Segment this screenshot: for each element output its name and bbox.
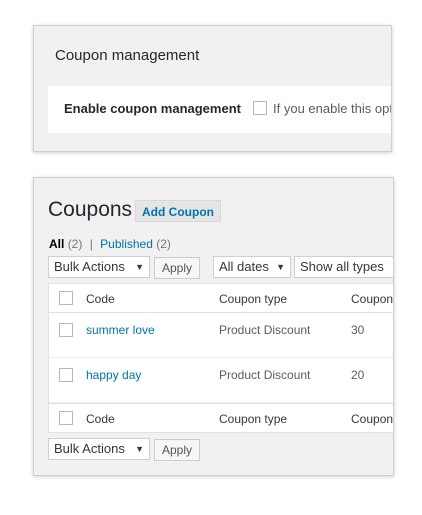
apply-button-bottom[interactable]: Apply	[154, 439, 200, 461]
coupons-table: Code Coupon type Coupon summer love Prod…	[48, 283, 393, 433]
coupon-management-panel: Coupon management Enable coupon manageme…	[33, 25, 392, 152]
dropdown-arrow-icon: ▼	[276, 262, 285, 272]
apply-button-top[interactable]: Apply	[154, 257, 200, 279]
column-footer-amount[interactable]: Coupon	[351, 412, 393, 426]
row-checkbox[interactable]	[59, 323, 73, 337]
coupon-type: Product Discount	[219, 368, 311, 382]
column-footer-code[interactable]: Code	[86, 412, 115, 426]
filter-all-link[interactable]: All	[49, 237, 64, 251]
filter-all-count: (2)	[67, 237, 83, 251]
coupon-type: Product Discount	[219, 323, 311, 337]
enable-coupon-label: Enable coupon management	[64, 101, 241, 116]
bulk-actions-select-bottom[interactable]: Bulk Actions ▼	[48, 438, 150, 460]
dropdown-arrow-icon: ▼	[135, 444, 144, 454]
table-row: summer love Product Discount 30	[49, 313, 393, 358]
enable-coupon-checkbox[interactable]	[253, 101, 267, 115]
enable-coupon-hint: If you enable this opt	[273, 101, 392, 116]
coupon-code-link[interactable]: happy day	[86, 368, 141, 382]
column-footer-type[interactable]: Coupon type	[219, 412, 287, 426]
dates-filter-select[interactable]: All dates ▼	[213, 256, 291, 278]
select-all-checkbox-footer[interactable]	[59, 411, 73, 425]
types-filter-value: Show all types	[300, 259, 384, 274]
coupons-panel: Coupons Add Coupon All (2) | Published (…	[33, 177, 394, 476]
types-filter-select[interactable]: Show all types	[294, 256, 393, 278]
table-header-row: Code Coupon type Coupon	[49, 284, 393, 313]
column-header-code[interactable]: Code	[86, 292, 115, 306]
dropdown-arrow-icon: ▼	[135, 262, 144, 272]
table-row: happy day Product Discount 20	[49, 358, 393, 403]
dates-filter-value: All dates	[219, 259, 269, 274]
coupon-amount: 30	[351, 323, 365, 337]
status-filters: All (2) | Published (2)	[49, 237, 171, 251]
bulk-actions-value: Bulk Actions	[54, 441, 125, 456]
coupon-code-link[interactable]: summer love	[86, 323, 155, 337]
coupon-amount: 20	[351, 368, 365, 382]
table-footer-row: Code Coupon type Coupon	[49, 403, 393, 432]
filter-published-count: (2)	[156, 237, 171, 251]
settings-row: Enable coupon management If you enable t…	[48, 86, 392, 133]
row-checkbox[interactable]	[59, 368, 73, 382]
filter-published-link[interactable]: Published	[100, 237, 153, 251]
bulk-actions-select-top[interactable]: Bulk Actions ▼	[48, 256, 150, 278]
column-header-type[interactable]: Coupon type	[219, 292, 287, 306]
bulk-actions-value: Bulk Actions	[54, 259, 125, 274]
page-title: Coupons	[48, 198, 133, 221]
column-header-amount[interactable]: Coupon	[351, 292, 393, 306]
select-all-checkbox[interactable]	[59, 291, 73, 305]
settings-title: Coupon management	[55, 47, 200, 64]
filter-separator: |	[89, 237, 93, 251]
add-coupon-button[interactable]: Add Coupon	[135, 200, 221, 222]
